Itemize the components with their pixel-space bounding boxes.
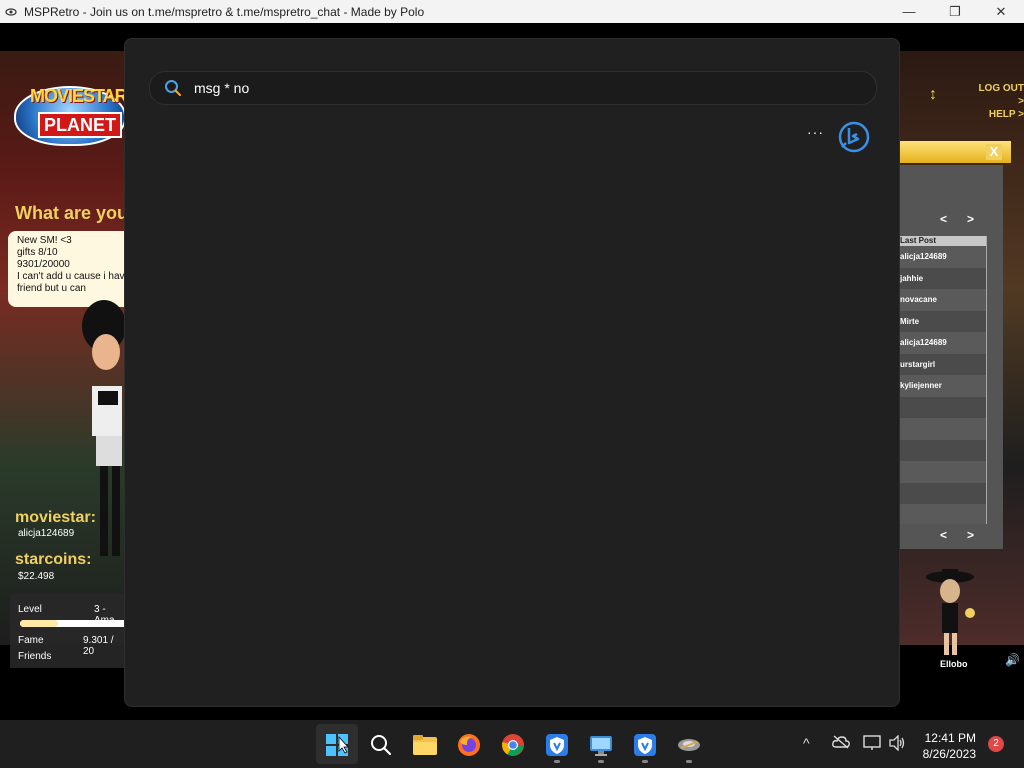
firefox-icon[interactable] bbox=[456, 732, 482, 758]
moviestar-label: moviestar: bbox=[15, 509, 96, 526]
forum-row[interactable] bbox=[900, 396, 986, 418]
forum-row[interactable] bbox=[900, 439, 986, 461]
clock-time: 12:41 PM bbox=[924, 731, 976, 745]
search-icon bbox=[164, 79, 182, 102]
search-box[interactable] bbox=[149, 71, 877, 105]
start-windows-icon[interactable] bbox=[324, 732, 350, 758]
status-line: I can't add u cause i have bbox=[17, 271, 128, 282]
fame-value: 9.301 / 20 bbox=[83, 635, 114, 657]
friend-name: Ellobo bbox=[940, 659, 968, 669]
fame-label: Fame bbox=[18, 635, 44, 646]
running-indicator bbox=[598, 760, 604, 763]
forum-table: Last Post alicja124689 jahhie novacane Mirt… bbox=[900, 236, 987, 524]
log-out-link[interactable]: LOG OUT > bbox=[975, 82, 1024, 108]
taskbar-search-icon[interactable] bbox=[368, 732, 394, 758]
forum-row[interactable] bbox=[900, 418, 986, 440]
friend-avatar[interactable] bbox=[920, 565, 980, 657]
player-avatar[interactable] bbox=[78, 296, 126, 572]
clock-date: 8/26/2023 bbox=[922, 747, 976, 761]
mspretro-app-icon[interactable] bbox=[676, 732, 702, 758]
window-titlebar: MSPRetro - Join us on t.me/mspretro & t.… bbox=[0, 0, 1024, 23]
forum-close-button[interactable]: X bbox=[986, 144, 1002, 160]
starcoins-label: starcoins: bbox=[15, 551, 92, 568]
status-line: 9301/20000 bbox=[17, 259, 70, 270]
taskbar-clock[interactable]: 12:41 PM 8/26/2023 bbox=[918, 730, 976, 762]
forum-row[interactable]: kyliejenner bbox=[900, 375, 986, 397]
forum-row[interactable]: urstargirl bbox=[900, 353, 986, 375]
stats-panel: Level 3 - Ama Fame 9.301 / 20 Friends bbox=[10, 594, 128, 668]
running-indicator bbox=[554, 760, 560, 763]
notification-badge[interactable]: 2 bbox=[988, 736, 1004, 752]
running-indicator bbox=[686, 760, 692, 763]
starcoins-value: $22.498 bbox=[18, 571, 55, 582]
window-title: MSPRetro - Join us on t.me/mspretro & t.… bbox=[24, 4, 425, 19]
forum-row[interactable] bbox=[900, 504, 986, 524]
volume-icon[interactable] bbox=[888, 734, 906, 754]
prev-page-button[interactable]: < bbox=[940, 212, 947, 226]
forum-row[interactable] bbox=[900, 482, 986, 504]
app-icon bbox=[4, 5, 18, 19]
running-indicator bbox=[642, 760, 648, 763]
close-window-button[interactable]: ✕ bbox=[978, 0, 1024, 23]
chrome-icon[interactable] bbox=[500, 732, 526, 758]
next-page-button-bottom[interactable]: > bbox=[967, 528, 974, 542]
minimize-button[interactable]: — bbox=[886, 0, 932, 23]
forum-row[interactable]: Mirte bbox=[900, 310, 986, 332]
forum-row[interactable]: novacane bbox=[900, 289, 986, 311]
search-flyout: ··· bbox=[124, 38, 900, 707]
last-post-header: Last Post bbox=[900, 236, 986, 246]
forum-row[interactable]: alicja124689 bbox=[900, 246, 986, 268]
help-link[interactable]: HELP > bbox=[975, 108, 1024, 121]
updown-arrows-icon[interactable]: ↕ bbox=[929, 86, 937, 104]
status-line: gifts 8/10 bbox=[17, 247, 58, 258]
prev-page-button-bottom[interactable]: < bbox=[940, 528, 947, 542]
level-progress-bar bbox=[20, 620, 128, 627]
next-page-button[interactable]: > bbox=[967, 212, 974, 226]
friends-label: Friends bbox=[18, 651, 52, 662]
level-label: Level bbox=[18, 604, 42, 615]
forum-row[interactable] bbox=[900, 461, 986, 483]
more-options-button[interactable]: ··· bbox=[807, 124, 824, 140]
bing-chat-icon[interactable] bbox=[838, 121, 870, 153]
show-hidden-icons-chevron-icon[interactable]: ^ bbox=[803, 735, 810, 751]
speaker-icon[interactable]: 🔊 bbox=[1005, 653, 1020, 667]
network-icon[interactable] bbox=[863, 735, 881, 754]
moviestar-name: alicja124689 bbox=[18, 528, 75, 539]
file-explorer-icon[interactable] bbox=[412, 732, 438, 758]
vpn-shield-icon-2[interactable] bbox=[632, 732, 658, 758]
status-line: New SM! <3 bbox=[17, 235, 72, 246]
remote-desktop-icon[interactable] bbox=[588, 732, 614, 758]
forum-row[interactable]: jahhie bbox=[900, 267, 986, 289]
forum-row[interactable]: alicja124689 bbox=[900, 332, 986, 354]
moviestarplanet-logo: MOVIESTAR PLANET bbox=[14, 78, 128, 154]
vpn-shield-icon[interactable] bbox=[544, 732, 570, 758]
status-line: friend but u can bbox=[17, 283, 86, 294]
onedrive-cloud-icon[interactable] bbox=[832, 735, 850, 752]
search-input[interactable] bbox=[192, 75, 856, 101]
maximize-button[interactable]: ❐ bbox=[932, 0, 978, 23]
